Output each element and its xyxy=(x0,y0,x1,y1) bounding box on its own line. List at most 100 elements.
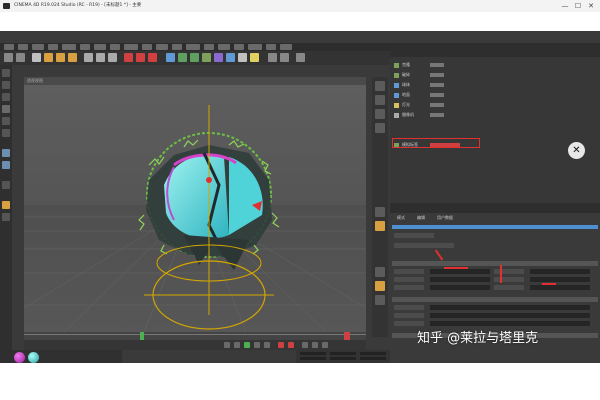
menu-item[interactable] xyxy=(234,44,244,50)
menu-item[interactable] xyxy=(266,44,276,50)
coordinate-field[interactable] xyxy=(360,357,386,360)
cube-primitive-icon[interactable] xyxy=(166,53,175,62)
coordinate-field[interactable] xyxy=(330,352,356,355)
tab-mode[interactable]: 模式 xyxy=(394,215,408,221)
menu-item[interactable] xyxy=(280,44,292,50)
visibility-dots[interactable] xyxy=(430,113,444,117)
layout-icon[interactable] xyxy=(296,53,305,62)
light-icon[interactable] xyxy=(250,53,259,62)
menu-item[interactable] xyxy=(4,44,14,50)
object-row[interactable]: 摄像机 xyxy=(394,111,594,119)
3d-viewport[interactable] xyxy=(24,85,366,332)
tab-user-data[interactable]: 用户数据 xyxy=(434,215,456,221)
snap-toggle-icon[interactable] xyxy=(2,181,10,189)
axis-x-icon[interactable] xyxy=(84,53,93,62)
keyframe-icon[interactable] xyxy=(312,342,318,348)
floor-icon[interactable] xyxy=(226,53,235,62)
workplane-icon[interactable] xyxy=(268,53,277,62)
lock-workplane-icon[interactable] xyxy=(2,201,10,209)
make-editable-icon[interactable] xyxy=(2,69,10,77)
object-row[interactable]: 破碎 xyxy=(394,71,594,79)
nurbs-icon[interactable] xyxy=(190,53,199,62)
menu-item[interactable] xyxy=(32,44,44,50)
menu-item[interactable] xyxy=(48,44,58,50)
menu-item[interactable] xyxy=(124,44,138,50)
attribute-value-field[interactable] xyxy=(430,321,590,326)
attribute-value-field[interactable] xyxy=(430,277,490,282)
content-browser-icon[interactable] xyxy=(375,95,385,105)
attribute-value-field[interactable] xyxy=(530,277,590,282)
menu-item[interactable] xyxy=(248,44,262,50)
keyframe-icon[interactable] xyxy=(322,342,328,348)
undo-icon[interactable] xyxy=(4,53,13,62)
object-row[interactable]: 球体 xyxy=(394,81,594,89)
spline-icon[interactable] xyxy=(178,53,187,62)
object-row[interactable]: 灯光 xyxy=(394,101,594,109)
takes-tab-icon[interactable] xyxy=(375,221,385,231)
rotate-tool-icon[interactable] xyxy=(68,53,77,62)
maximize-button[interactable]: ☐ xyxy=(573,1,583,11)
attribute-group-header[interactable] xyxy=(392,297,598,302)
visibility-dots[interactable] xyxy=(430,73,444,77)
visibility-dots[interactable] xyxy=(430,83,444,87)
attributes-tab-icon[interactable] xyxy=(375,207,385,217)
close-button[interactable]: ✕ xyxy=(586,1,596,11)
menu-item[interactable] xyxy=(18,44,28,50)
axis-mode-icon[interactable] xyxy=(2,149,10,157)
solo-icon[interactable] xyxy=(2,213,10,221)
select-tool-icon[interactable] xyxy=(32,53,41,62)
polygons-mode-icon[interactable] xyxy=(2,129,10,137)
attribute-value-field[interactable] xyxy=(530,269,590,274)
coordinate-field[interactable] xyxy=(300,352,326,355)
menu-item[interactable] xyxy=(186,44,200,50)
coordinate-field[interactable] xyxy=(330,357,356,360)
redo-icon[interactable] xyxy=(16,53,25,62)
coordinate-field[interactable] xyxy=(360,352,386,355)
object-row[interactable]: 地面 xyxy=(394,91,594,99)
attribute-value-field[interactable] xyxy=(430,305,590,310)
texture-mode-icon[interactable] xyxy=(2,93,10,101)
render-queue-icon[interactable] xyxy=(375,281,385,291)
timeline-ruler[interactable] xyxy=(24,332,366,340)
timeline-playhead[interactable] xyxy=(140,332,144,340)
mograph-icon[interactable] xyxy=(202,53,211,62)
menu-item[interactable] xyxy=(62,44,76,50)
attribute-value-field[interactable] xyxy=(430,269,490,274)
material-swatch[interactable] xyxy=(28,352,39,363)
coordinate-field[interactable] xyxy=(300,357,326,360)
deformer-icon[interactable] xyxy=(214,53,223,62)
minimize-button[interactable]: — xyxy=(560,1,570,11)
keyframe-icon[interactable] xyxy=(302,342,308,348)
snap-icon[interactable] xyxy=(280,53,289,62)
coordinates-tab-icon[interactable] xyxy=(375,267,385,277)
layer-browser-icon[interactable] xyxy=(375,295,385,305)
timeline-end-marker[interactable] xyxy=(344,332,350,340)
go-to-end-icon[interactable] xyxy=(264,342,270,348)
points-mode-icon[interactable] xyxy=(2,105,10,113)
edges-mode-icon[interactable] xyxy=(2,117,10,125)
model-mode-icon[interactable] xyxy=(2,81,10,89)
axis-y-icon[interactable] xyxy=(96,53,105,62)
menu-item[interactable] xyxy=(142,44,152,50)
record-icon[interactable] xyxy=(278,342,284,348)
attribute-group-header[interactable] xyxy=(392,261,598,266)
play-icon[interactable] xyxy=(244,342,250,348)
menu-item[interactable] xyxy=(110,44,120,50)
visibility-dots[interactable] xyxy=(430,93,444,97)
axis-z-icon[interactable] xyxy=(108,53,117,62)
tweak-mode-icon[interactable] xyxy=(2,161,10,169)
next-frame-icon[interactable] xyxy=(254,342,260,348)
material-swatch[interactable] xyxy=(14,352,25,363)
attribute-value-field[interactable] xyxy=(430,313,590,318)
render-icon[interactable] xyxy=(124,53,133,62)
objects-tab-icon[interactable] xyxy=(375,81,385,91)
visibility-dots[interactable] xyxy=(430,63,444,67)
menu-item[interactable] xyxy=(156,44,168,50)
visibility-dots[interactable] xyxy=(430,103,444,107)
scale-tool-icon[interactable] xyxy=(56,53,65,62)
go-to-start-icon[interactable] xyxy=(224,342,230,348)
object-row[interactable]: 克隆 xyxy=(394,61,594,69)
render-view-icon[interactable] xyxy=(136,53,145,62)
tab-edit[interactable]: 编辑 xyxy=(414,215,428,221)
camera-icon[interactable] xyxy=(238,53,247,62)
